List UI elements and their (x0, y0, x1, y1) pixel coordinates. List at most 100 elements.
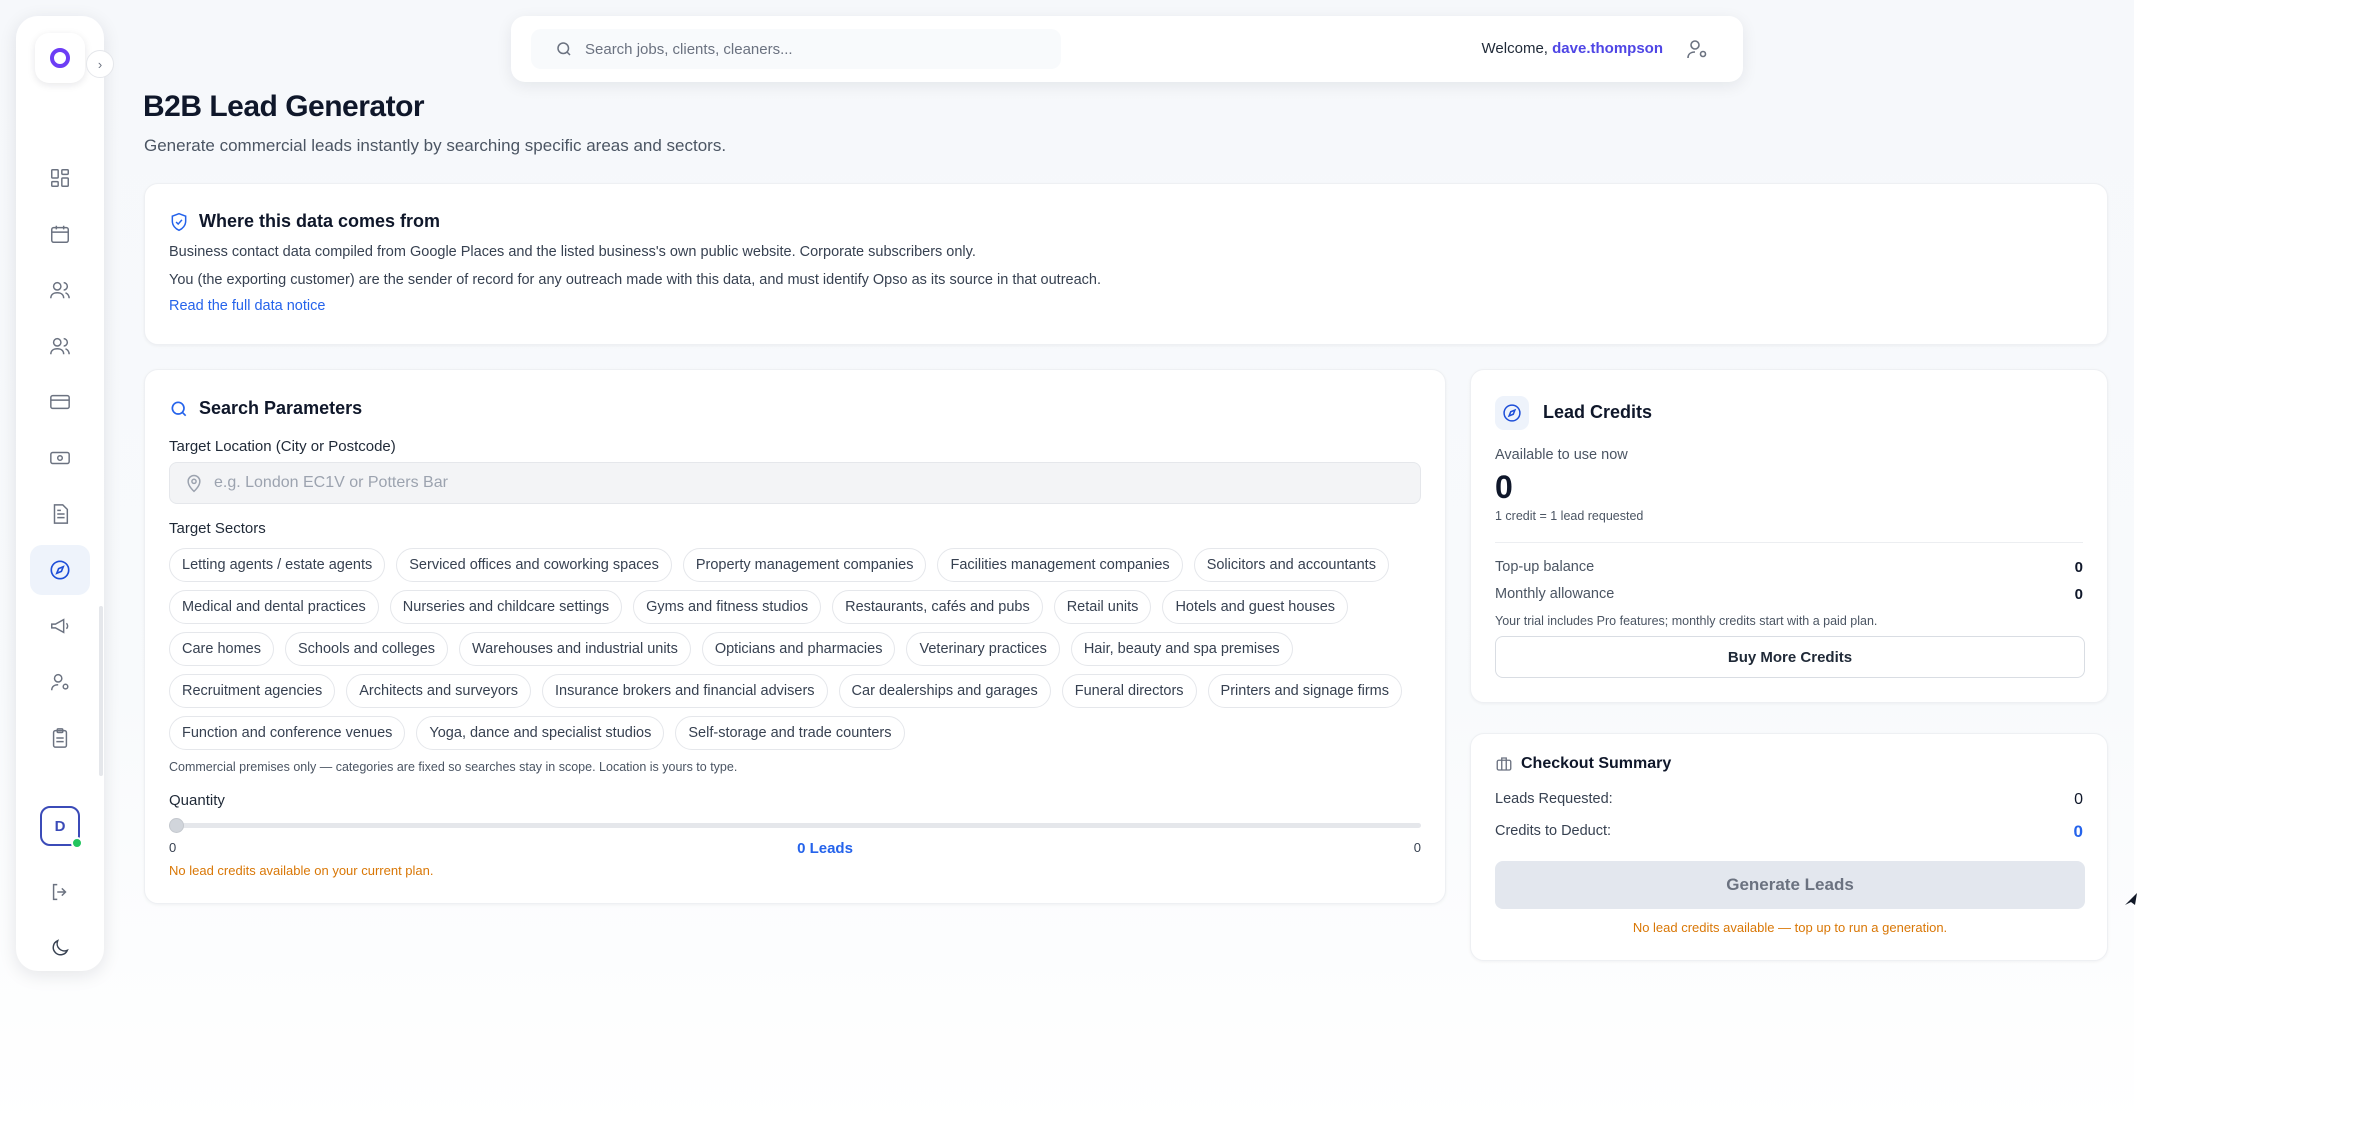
checkout-summary-card: Checkout Summary Leads Requested: 0 Cred… (1470, 733, 2108, 961)
available-label: Available to use now (1495, 447, 1628, 463)
sector-chip[interactable]: Serviced offices and coworking spaces (396, 548, 672, 582)
logo-ring-icon (50, 48, 70, 68)
data-notice-title-text: Where this data comes from (199, 211, 441, 231)
megaphone-icon (51, 618, 69, 634)
sector-chip[interactable]: Hair, beauty and spa premises (1070, 632, 1293, 666)
sector-chip[interactable]: Warehouses and industrial units (459, 632, 691, 666)
cash-icon (50, 451, 70, 465)
credit-rate-note: 1 credit = 1 lead requested (1495, 509, 1644, 523)
sector-chip[interactable]: Self-storage and trade counters (675, 716, 905, 750)
global-search[interactable] (531, 29, 1061, 69)
page-subtitle: Generate commercial leads instantly by s… (144, 136, 727, 155)
sidebar-expand-button[interactable]: › (86, 50, 114, 78)
avatar[interactable]: D (40, 806, 83, 849)
sidebar-item-user-settings[interactable] (30, 657, 90, 707)
sector-chip[interactable]: Retail units (1053, 590, 1152, 624)
mouse-cursor-icon (2125, 893, 2137, 905)
target-location-field[interactable] (169, 462, 1421, 504)
document-icon (53, 504, 69, 524)
search-parameters-card: Search Parameters Target Location (City … (144, 369, 1446, 904)
quantity-max-label: 0 (1413, 840, 1421, 855)
sector-chip[interactable]: Restaurants, cafés and pubs (832, 590, 1043, 624)
map-pin-icon (187, 474, 201, 493)
generate-warning: No lead credits available — top up to ru… (1632, 920, 1948, 935)
data-notice-title: Where this data comes from (169, 211, 440, 232)
no-credits-warning: No lead credits available on your curren… (169, 863, 434, 878)
quantity-label: Quantity (169, 792, 225, 809)
theme-toggle-button[interactable] (30, 923, 90, 973)
quantity-slider-track[interactable] (169, 823, 1421, 828)
credits-to-deduct-label: Credits to Deduct: (1495, 823, 1612, 839)
logout-button[interactable] (30, 867, 90, 917)
sector-chip[interactable]: Hotels and guest houses (1162, 590, 1349, 624)
page-title: B2B Lead Generator (143, 90, 425, 123)
page-margin (2134, 0, 2363, 1131)
users-icon (50, 281, 70, 299)
sidebar-item-marketing[interactable] (30, 601, 90, 651)
credits-to-deduct-value: 0 (2073, 822, 2083, 841)
sidebar-item-clients[interactable] (30, 265, 90, 315)
lead-credits-card: Lead Credits Available to use now 0 1 cr… (1470, 369, 2108, 703)
briefcase-icon (1496, 757, 1512, 771)
sidebar-item-lead-generator[interactable] (30, 545, 90, 595)
calendar-icon (51, 225, 69, 243)
sidebar-item-payments[interactable] (30, 433, 90, 483)
compass-icon (50, 560, 70, 580)
sector-chip[interactable]: Function and conference venues (169, 716, 406, 750)
welcome-message: Welcome, dave.thompson (1482, 40, 1663, 57)
sector-chip[interactable]: Architects and surveyors (346, 674, 532, 708)
read-data-notice-link[interactable]: Read the full data notice (169, 298, 325, 314)
sector-chip[interactable]: Gyms and fitness studios (633, 590, 822, 624)
buy-more-credits-button[interactable]: Buy More Credits (1495, 636, 2085, 678)
credits-divider (1495, 542, 2083, 543)
sector-chip[interactable]: Solicitors and accountants (1193, 548, 1389, 582)
sector-chip[interactable]: Letting agents / estate agents (169, 548, 386, 582)
checkout-summary-title-text: Checkout Summary (1521, 755, 1672, 772)
sector-chip-list: Letting agents / estate agents Serviced o… (169, 548, 1429, 750)
sidebar-item-team[interactable] (30, 321, 90, 371)
moon-icon (52, 939, 69, 956)
sidebar-item-calendar[interactable] (30, 209, 90, 259)
target-location-label: Target Location (City or Postcode) (169, 438, 396, 455)
sector-chip[interactable]: Nurseries and childcare settings (389, 590, 623, 624)
username-link[interactable]: dave.thompson (1552, 40, 1663, 57)
global-search-input[interactable] (585, 40, 1025, 58)
sector-chip[interactable]: Funeral directors (1061, 674, 1197, 708)
sector-chip[interactable]: Opticians and pharmacies (701, 632, 896, 666)
sector-chip[interactable]: Veterinary practices (906, 632, 1060, 666)
sector-chip[interactable]: Property management companies (682, 548, 927, 582)
search-icon (171, 401, 187, 416)
target-location-input[interactable] (214, 474, 1364, 492)
checkout-summary-title: Checkout Summary (1495, 755, 1671, 773)
leads-requested-value: 0 (2074, 791, 2083, 808)
dashboard-icon (51, 169, 69, 187)
sector-chip[interactable]: Yoga, dance and specialist studios (416, 716, 665, 750)
user-profile-icon[interactable] (1685, 37, 1709, 61)
quantity-min-label: 0 (169, 840, 177, 855)
sidebar-item-billing[interactable] (30, 377, 90, 427)
sector-chip[interactable]: Car dealerships and garages (838, 674, 1051, 708)
topup-balance-label: Top-up balance (1495, 559, 1595, 575)
search-parameters-title-text: Search Parameters (199, 398, 363, 418)
welcome-prefix: Welcome, (1481, 40, 1548, 57)
generate-leads-button[interactable]: Generate Leads (1495, 861, 2085, 909)
quantity-value: 0 Leads (797, 840, 853, 857)
sidebar: › D (16, 16, 114, 973)
sector-chip[interactable]: Facilities management companies (937, 548, 1183, 582)
sector-chip[interactable]: Medical and dental practices (169, 590, 379, 624)
quantity-slider-thumb[interactable] (169, 818, 184, 833)
sector-chip[interactable]: Care homes (169, 632, 274, 666)
brand-logo[interactable] (35, 33, 85, 83)
sector-chip[interactable]: Recruitment agencies (169, 674, 336, 708)
sidebar-item-dashboard[interactable] (30, 153, 90, 203)
sidebar-item-documents[interactable] (30, 489, 90, 539)
sidebar-scrollbar[interactable] (99, 606, 103, 776)
topup-balance-value: 0 (2074, 559, 2083, 576)
lead-credits-badge (1495, 396, 1529, 430)
top-bar: Welcome, dave.thompson (511, 16, 1743, 82)
user-settings-icon (51, 673, 69, 691)
sector-chip[interactable]: Insurance brokers and financial advisers (542, 674, 828, 708)
sidebar-item-checklist[interactable] (30, 713, 90, 763)
sector-chip[interactable]: Printers and signage firms (1207, 674, 1402, 708)
sector-chip[interactable]: Schools and colleges (284, 632, 449, 666)
